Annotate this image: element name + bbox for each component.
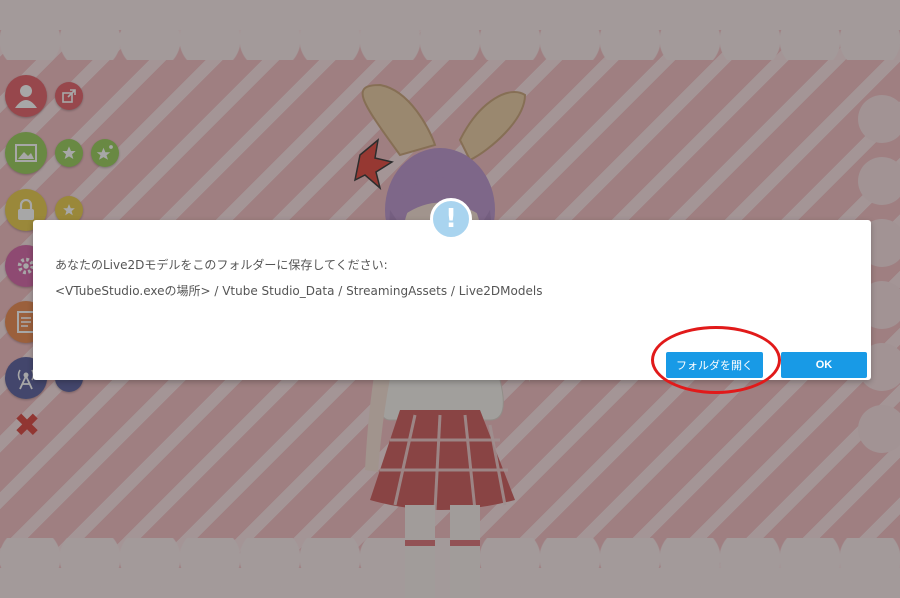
dialog-path: <VTubeStudio.exeの場所> / Vtube Studio_Data… <box>55 284 543 298</box>
save-location-dialog: あなたのLive2Dモデルをこのフォルダーに保存してください: <VTubeSt… <box>33 220 871 380</box>
open-folder-button[interactable]: フォルダを開く <box>666 352 763 378</box>
dialog-message: あなたのLive2Dモデルをこのフォルダーに保存してください: <box>55 258 388 272</box>
ok-button[interactable]: OK <box>781 352 867 378</box>
alert-icon: ! <box>430 198 472 240</box>
